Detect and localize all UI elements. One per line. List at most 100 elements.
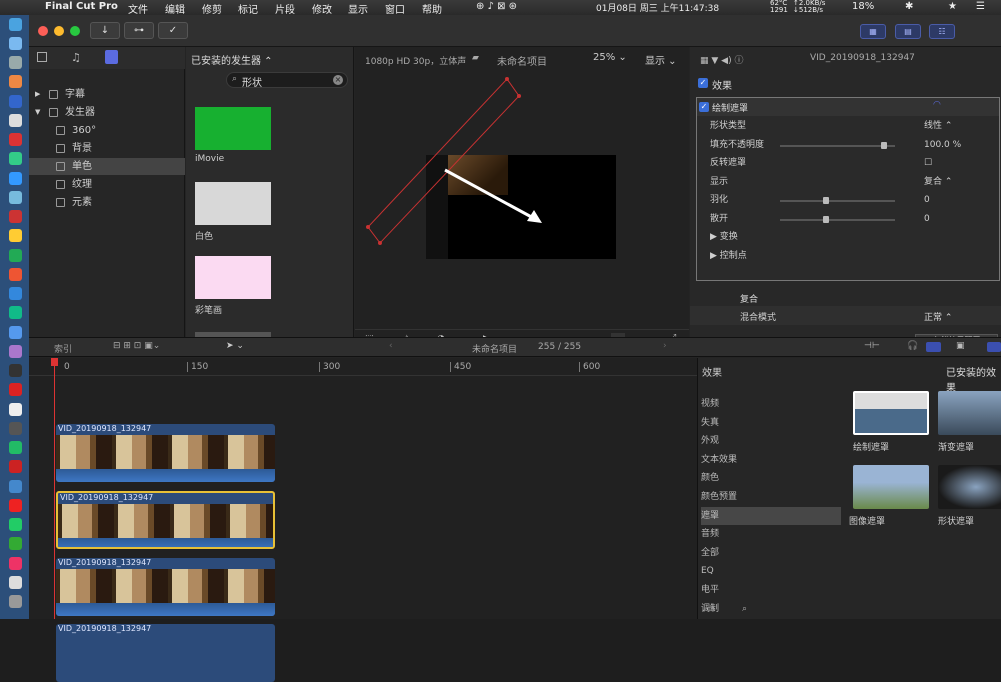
app-icon[interactable] [9, 441, 22, 454]
browser-layout-icon[interactable]: ▭ [706, 604, 715, 614]
app-icon[interactable] [9, 249, 22, 262]
effects-checkbox[interactable]: ✓ [698, 78, 708, 88]
timeline-clip-selected[interactable]: VID_20190918_132947 [56, 491, 275, 549]
blend-mode-popup[interactable]: 正常 ⌃ [924, 310, 952, 323]
app-icon[interactable] [9, 306, 22, 319]
effect-category[interactable]: 颜色预置 [701, 488, 841, 506]
effect-draw-mask[interactable] [853, 391, 929, 435]
menu-mark[interactable]: 标记 [238, 1, 258, 16]
control-point[interactable] [366, 225, 370, 229]
app-icon[interactable] [9, 114, 22, 127]
effect-category[interactable]: 遮罩 [701, 506, 841, 525]
app-icon[interactable] [9, 422, 22, 435]
keyword-button[interactable]: ⊶ [124, 22, 154, 39]
app-icon[interactable] [9, 499, 22, 512]
trash-icon[interactable] [9, 595, 22, 608]
inspector-row[interactable]: 散开 0 [702, 210, 1001, 229]
effect-gradient-mask[interactable] [938, 391, 1001, 435]
clear-search-icon[interactable]: × [333, 75, 343, 85]
inspector-row[interactable]: 显示 复合 ⌃ [702, 173, 1001, 192]
app-icon[interactable] [9, 95, 22, 108]
row-value[interactable]: 复合 ⌃ [924, 173, 952, 192]
menu-clip[interactable]: 片段 [275, 1, 295, 16]
tree-item-titles[interactable]: ▶ 字幕 [29, 86, 185, 103]
menu-extras-icon[interactable]: ☰ [976, 1, 985, 12]
inspector-row[interactable]: 填充不透明度 100.0 % [702, 136, 1001, 155]
finder-icon[interactable] [9, 18, 22, 31]
app-icon[interactable] [9, 345, 22, 358]
minimize-button[interactable] [54, 26, 64, 36]
effect-category[interactable]: 视频 [701, 395, 841, 413]
effects-search-icon[interactable]: ⌕ [742, 604, 747, 614]
control-point[interactable] [505, 77, 509, 81]
forward-icon[interactable]: › [663, 341, 667, 351]
tree-item-backgrounds[interactable]: 背景 [29, 140, 185, 157]
timeline-clip[interactable]: VID_20190918_132947 [56, 624, 275, 682]
bluetooth-icon[interactable]: ✱ [905, 1, 913, 12]
tree-item-generators[interactable]: ▼ 发生器 [29, 104, 185, 121]
app-icon[interactable] [9, 383, 22, 396]
app-icon[interactable] [9, 326, 22, 339]
app-icon[interactable] [9, 460, 22, 473]
effect-category[interactable]: EQ [701, 562, 841, 580]
menu-modify[interactable]: 修改 [312, 1, 332, 16]
close-button[interactable] [38, 26, 48, 36]
mask-shape-icon[interactable]: ◠ [933, 100, 941, 110]
effect-image-mask[interactable] [853, 465, 929, 509]
timeline-clip[interactable]: VID_20190918_132947 [56, 424, 275, 482]
tree-item-360[interactable]: 360° [29, 122, 185, 139]
titles-generators-icon[interactable] [105, 50, 118, 64]
menu-file[interactable]: 文件 [128, 1, 148, 16]
generator-thumb-pastel[interactable]: 彩笔画 [195, 256, 271, 316]
row-slider[interactable] [780, 197, 895, 204]
inspector-row[interactable]: 形状类型 线性 ⌃ [702, 117, 1001, 136]
tree-item-elements[interactable]: 元素 [29, 194, 185, 211]
snapping-icon[interactable] [926, 342, 941, 352]
search-field[interactable]: ⌕ 形状 × [226, 72, 348, 89]
app-icon[interactable] [9, 287, 22, 300]
import-button[interactable]: ↓ [90, 22, 120, 39]
playhead[interactable] [54, 358, 55, 619]
background-tasks-button[interactable]: ✓ [158, 22, 188, 39]
slider-knob[interactable] [823, 197, 829, 204]
row-value[interactable]: 100.0 % [924, 136, 961, 155]
menu-view[interactable]: 显示 [348, 1, 368, 16]
menu-edit[interactable]: 编辑 [165, 1, 185, 16]
back-icon[interactable]: ‹ [389, 341, 393, 351]
menu-trim[interactable]: 修剪 [202, 1, 222, 16]
app-icon[interactable] [9, 210, 22, 223]
app-icon[interactable] [9, 480, 22, 493]
inspector-toggle-icon[interactable]: ☷ [929, 24, 955, 39]
effect-category[interactable]: 失真 [701, 414, 841, 432]
row-value[interactable]: ☐ [924, 154, 932, 173]
control-point[interactable] [517, 94, 521, 98]
select-tool-icon[interactable]: ➤ ⌄ [226, 341, 244, 351]
app-icon[interactable] [9, 268, 22, 281]
row-value[interactable]: 线性 ⌃ [924, 117, 952, 136]
effect-shape-mask[interactable] [938, 465, 1001, 509]
app-icon[interactable] [9, 152, 22, 165]
generator-thumb-imovie[interactable]: iMovie [195, 107, 271, 164]
menu-window[interactable]: 窗口 [385, 1, 405, 16]
app-icon[interactable] [9, 229, 22, 242]
browser-toggle-icon[interactable]: ▦ [860, 24, 886, 39]
launchpad-icon[interactable] [9, 37, 22, 50]
app-icon[interactable] [9, 75, 22, 88]
tree-item-textures[interactable]: 纹理 [29, 176, 185, 193]
video-inspector-icon[interactable]: ▦ ▼ ◀) ⓘ [700, 53, 743, 66]
app-icon[interactable] [9, 557, 22, 570]
search-value[interactable]: 形状 [242, 74, 262, 89]
app-icon[interactable] [9, 172, 22, 185]
effect-category[interactable]: 颜色 [701, 469, 841, 487]
row-slider[interactable] [780, 215, 895, 223]
effect-category[interactable]: 电平 [701, 581, 841, 599]
app-icon[interactable] [9, 537, 22, 550]
zoom-button[interactable] [70, 26, 80, 36]
effect-category[interactable]: 外观 [701, 432, 841, 450]
video-icon[interactable]: ▣ [956, 341, 965, 351]
star-icon[interactable]: ★ [948, 1, 957, 12]
app-icon[interactable] [9, 56, 22, 69]
row-value[interactable]: 0 [924, 191, 930, 210]
draw-mask-checkbox[interactable]: ✓ [699, 102, 709, 112]
effect-category[interactable]: 文本效果 [701, 451, 841, 469]
